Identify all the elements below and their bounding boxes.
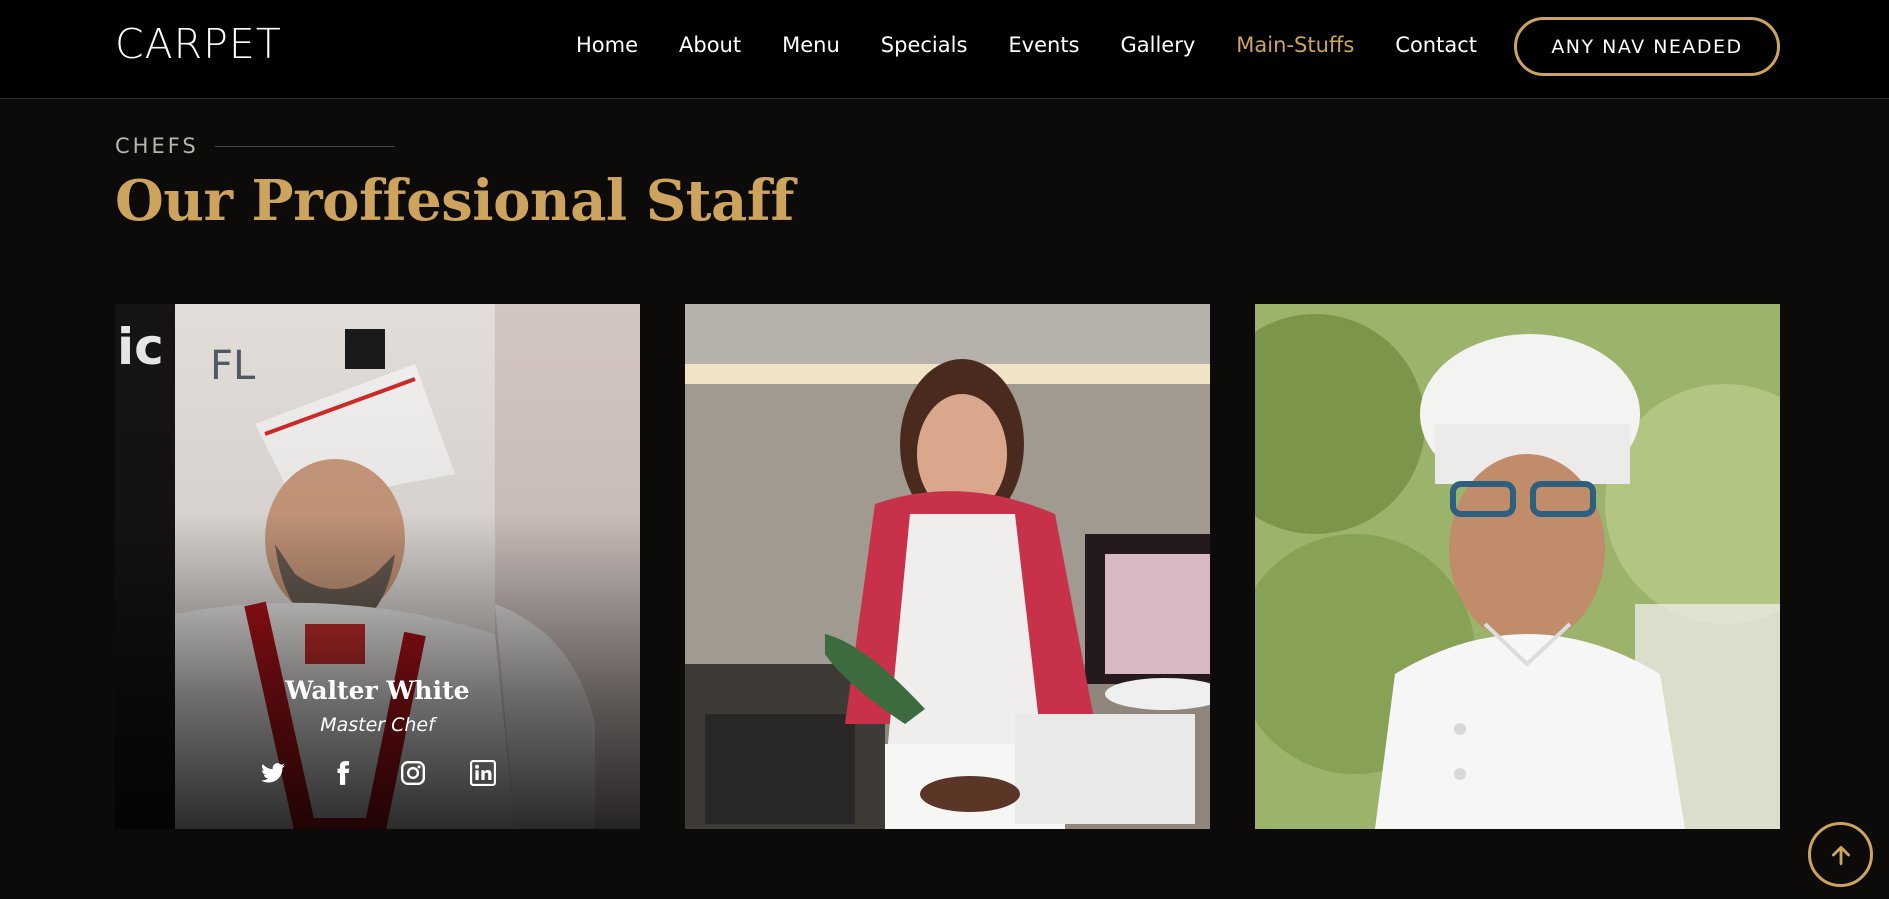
chef-photo <box>685 304 1210 829</box>
navbar: CARPET Home About Menu Specials Events G… <box>0 0 1889 99</box>
back-to-top-button[interactable] <box>1808 822 1873 887</box>
eyebrow-divider <box>214 145 395 147</box>
cta-button[interactable]: ANY NAV NEADED <box>1514 17 1780 76</box>
section-title: Our Proffesional Staff <box>115 168 794 234</box>
twitter-icon[interactable] <box>260 760 286 786</box>
arrow-up-icon <box>1831 845 1850 865</box>
nav-link-contact[interactable]: Contact <box>1395 33 1477 57</box>
nav-link-main-stuffs[interactable]: Main-Stuffs <box>1236 33 1354 57</box>
linkedin-icon[interactable] <box>469 760 496 786</box>
site-logo[interactable]: CARPET <box>115 20 282 68</box>
chef-card[interactable]: ic FL Walter White Master Chef <box>115 304 640 829</box>
nav-link-about[interactable]: About <box>679 33 741 57</box>
nav-link-home[interactable]: Home <box>576 33 638 57</box>
main-nav: Home About Menu Specials Events Gallery … <box>576 33 1477 57</box>
section-eyebrow: CHEFS <box>115 134 395 158</box>
nav-link-gallery[interactable]: Gallery <box>1121 33 1196 57</box>
nav-link-specials[interactable]: Specials <box>881 33 968 57</box>
chef-role: Master Chef <box>320 714 435 736</box>
instagram-icon[interactable] <box>400 760 426 786</box>
facebook-icon[interactable] <box>330 760 356 786</box>
card-overlay <box>115 304 640 829</box>
nav-link-events[interactable]: Events <box>1008 33 1079 57</box>
chef-card[interactable] <box>1255 304 1780 829</box>
eyebrow-text: CHEFS <box>115 134 199 158</box>
nav-link-menu[interactable]: Menu <box>782 33 840 57</box>
chef-name: Walter White <box>285 676 470 705</box>
chef-photo <box>1255 304 1780 829</box>
social-links <box>115 760 640 786</box>
chef-card[interactable] <box>685 304 1210 829</box>
